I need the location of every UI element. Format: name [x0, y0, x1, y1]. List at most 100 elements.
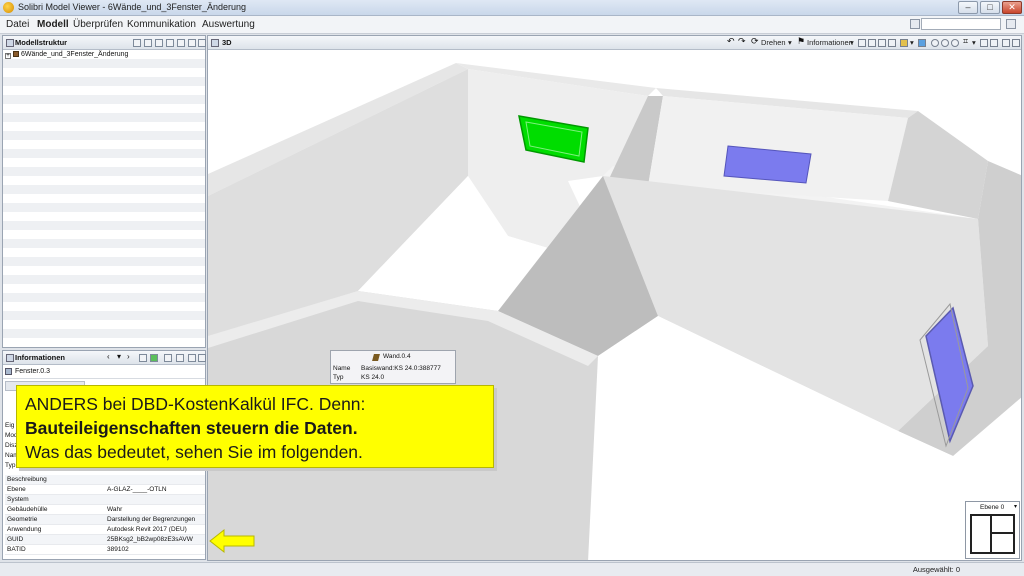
- zoom-out-icon[interactable]: [951, 39, 959, 47]
- redo-icon[interactable]: ↷: [738, 37, 746, 47]
- info-icon: [6, 354, 14, 362]
- table-row[interactable]: Ebene A-GLAZ-____-OTLN: [5, 485, 205, 495]
- expand-icon[interactable]: +: [5, 53, 11, 59]
- expand-all-icon[interactable]: [166, 39, 174, 47]
- undo-icon[interactable]: ↶: [727, 37, 735, 47]
- panel-maximize-icon[interactable]: [198, 354, 206, 362]
- plan-wall: [990, 532, 1015, 534]
- panel-maximize-icon[interactable]: [1012, 39, 1020, 47]
- table-row[interactable]: Gebäudehülle Wahr: [5, 505, 205, 515]
- 3d-viewport[interactable]: 3D ↶ ↷ ⟳ Drehen ▾ ⚑ Informationen ▾ ▾ ⌗ …: [207, 35, 1022, 561]
- plan-wall: [990, 516, 992, 554]
- title-bar: Solibri Model Viewer - 6Wände_und_3Fenst…: [0, 0, 1024, 16]
- tree-empty-row: [3, 293, 205, 302]
- view-icon-4[interactable]: [888, 39, 896, 47]
- table-row[interactable]: BATID 389102: [5, 545, 205, 555]
- view-icon-1[interactable]: [858, 39, 866, 47]
- view-icon-2[interactable]: [868, 39, 876, 47]
- dropdown-icon[interactable]: ▾: [117, 353, 125, 362]
- tree-empty-row: [3, 320, 205, 329]
- tree-empty-row: [3, 122, 205, 131]
- search-icon[interactable]: [1006, 19, 1016, 29]
- green-icon[interactable]: [150, 354, 158, 362]
- menu-modell[interactable]: Modell: [37, 19, 69, 30]
- tool-icon[interactable]: ⌗: [963, 37, 971, 47]
- split-view-icon[interactable]: [990, 39, 998, 47]
- prop-key: Gebäudehülle: [7, 506, 48, 513]
- minimize-button[interactable]: –: [958, 1, 978, 14]
- window-title: Solibri Model Viewer - 6Wände_und_3Fenst…: [18, 2, 246, 12]
- zoom-in-icon[interactable]: [941, 39, 949, 47]
- hide-icon[interactable]: [155, 39, 163, 47]
- minus-icon[interactable]: [188, 39, 196, 47]
- tree-empty-row: [3, 95, 205, 104]
- menu-kommunikation[interactable]: Kommunikation: [127, 19, 196, 30]
- rotate-icon[interactable]: ⟳: [751, 37, 759, 47]
- menu-auswertung[interactable]: Auswertung: [202, 19, 255, 30]
- minus-icon[interactable]: [188, 354, 196, 362]
- tooltip-value: KS 24.0: [361, 374, 385, 381]
- tree-empty-row: [3, 302, 205, 311]
- color-icon[interactable]: [900, 39, 908, 47]
- tree-empty-row: [3, 77, 205, 86]
- 3d-scene[interactable]: [208, 36, 1022, 561]
- object-tooltip: Wand.0.4 Name Basiswand:KS 24.0:388777 T…: [330, 350, 456, 384]
- tooltip-key: Name: [333, 365, 351, 372]
- minus-icon[interactable]: [1002, 39, 1010, 47]
- floor-minimap[interactable]: Ebene 0 ▾: [965, 501, 1020, 559]
- information-title: Informationen: [15, 353, 65, 362]
- layout-icon[interactable]: [910, 19, 920, 29]
- menu-ueberpruefen[interactable]: Überprüfen: [73, 19, 123, 30]
- info-icon[interactable]: ⚑: [797, 37, 805, 47]
- close-button[interactable]: ✕: [1002, 1, 1022, 14]
- prop-key: BATID: [7, 546, 26, 553]
- prop-key: System: [7, 496, 29, 503]
- minimap-label: Ebene 0: [980, 504, 1005, 511]
- color-dropdown-icon[interactable]: ▾: [910, 38, 914, 47]
- select-icon[interactable]: [144, 39, 152, 47]
- search-input[interactable]: [921, 18, 1001, 30]
- prop-value: Autodesk Revit 2017 (DEU): [107, 526, 187, 533]
- add-icon[interactable]: [164, 354, 172, 362]
- filter-icon[interactable]: [133, 39, 141, 47]
- rotate-button[interactable]: Drehen: [761, 38, 786, 47]
- settings-icon[interactable]: [139, 354, 147, 362]
- model-structure-header: Modellstruktur: [3, 36, 206, 50]
- status-text: Ausgewählt: 0: [912, 565, 960, 574]
- remove-icon[interactable]: [176, 354, 184, 362]
- tooltip-key: Typ: [333, 374, 344, 381]
- table-row[interactable]: Geometrie Darstellung der Begrenzungen: [5, 515, 205, 525]
- selected-object-row: Fenster.0.3: [3, 365, 205, 379]
- menu-datei[interactable]: Datei: [6, 19, 29, 30]
- info-button[interactable]: Informationen: [807, 38, 853, 47]
- view-icon-3[interactable]: [878, 39, 886, 47]
- rotate-dropdown-icon[interactable]: ▾: [788, 38, 792, 47]
- tree-empty-row: [3, 140, 205, 149]
- tool-dropdown-icon[interactable]: ▾: [972, 38, 976, 47]
- selected-object-name: Fenster.0.3: [15, 368, 51, 375]
- menu-bar: Datei Modell Überprüfen Kommunikation Au…: [0, 16, 1024, 34]
- table-row[interactable]: Anwendung Autodesk Revit 2017 (DEU): [5, 525, 205, 535]
- callout-line-2: Bauteileigenschaften steuern die Daten.: [25, 418, 358, 438]
- table-row[interactable]: Beschreibung: [5, 475, 205, 485]
- table-row[interactable]: GUID 25BKsg2_bB2wp08zE3sAVW: [5, 535, 205, 545]
- layout-icon[interactable]: [980, 39, 988, 47]
- minimap-dropdown-icon[interactable]: ▾: [1014, 503, 1017, 510]
- tree-empty-row: [3, 230, 205, 239]
- cube-icon[interactable]: [918, 39, 926, 47]
- tree-empty-row: [3, 167, 205, 176]
- info-dropdown-icon[interactable]: ▾: [850, 38, 854, 47]
- tree-root-row[interactable]: +6Wände_und_3Fenster_Änderung: [3, 50, 205, 59]
- panel-maximize-icon[interactable]: [198, 39, 206, 47]
- model-icon: [13, 51, 19, 57]
- tree-empty-row: [3, 68, 205, 77]
- tree-empty-row: [3, 185, 205, 194]
- zoom-icon[interactable]: [931, 39, 939, 47]
- tree-empty-row: [3, 257, 205, 266]
- maximize-button[interactable]: □: [980, 1, 1000, 14]
- collapse-all-icon[interactable]: [177, 39, 185, 47]
- forward-icon[interactable]: ›: [127, 353, 135, 362]
- back-icon[interactable]: ‹: [107, 353, 115, 362]
- table-row[interactable]: System: [5, 495, 205, 505]
- model-structure-panel: Modellstruktur +6Wände_und_3Fenster_Ände…: [2, 35, 206, 348]
